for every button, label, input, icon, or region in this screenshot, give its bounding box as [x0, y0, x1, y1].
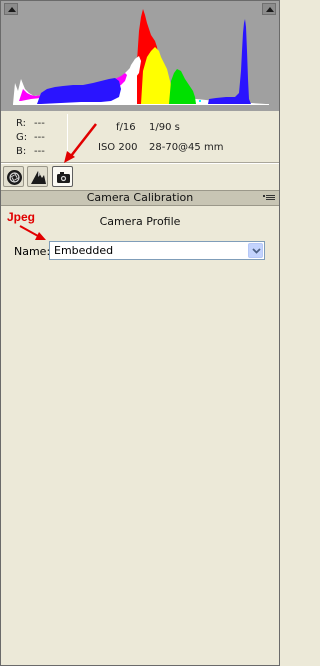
- camera-icon: [57, 172, 70, 183]
- r-label: R:: [16, 118, 27, 129]
- chevron-down-icon: [252, 248, 261, 254]
- g-label: G:: [16, 132, 28, 143]
- histogram-blue-spike: [208, 19, 251, 104]
- triangle-up-icon: [8, 7, 16, 12]
- b-label: B:: [16, 146, 27, 157]
- aperture-icon: [7, 170, 22, 185]
- section-header: Camera Calibration: [1, 190, 279, 206]
- panel-menu-icon[interactable]: [263, 194, 275, 202]
- annotation-label: Jpeg: [7, 210, 36, 224]
- exif-shutter: 1/90 s: [149, 122, 180, 133]
- histogram-chart: [13, 9, 269, 105]
- exif-aperture: f/16: [116, 122, 136, 133]
- tab-adjust[interactable]: [3, 166, 24, 187]
- rgb-readout: R: --- G: --- B: ---: [16, 117, 66, 159]
- highlight-clipping-toggle[interactable]: [262, 3, 276, 15]
- shadow-clipping-toggle[interactable]: [4, 3, 18, 15]
- section-title: Camera Calibration: [86, 191, 194, 204]
- rgb-readout-g: G: ---: [16, 131, 66, 145]
- profile-name-label: Name:: [14, 245, 51, 258]
- info-divider: [67, 114, 68, 161]
- tab-detail[interactable]: [27, 166, 48, 187]
- exif-iso: ISO 200: [98, 142, 138, 153]
- profile-name-select[interactable]: Embedded: [49, 241, 265, 260]
- histogram-blue: [37, 78, 121, 104]
- tab-camera-calibration[interactable]: [52, 166, 73, 187]
- histogram-panel: [1, 1, 279, 111]
- mountain-icon: [31, 171, 46, 184]
- info-panel: R: --- G: --- B: --- f/16 1/90 s ISO 200 28…: [1, 112, 279, 162]
- r-value: ---: [34, 118, 45, 129]
- rgb-readout-r: R: ---: [16, 117, 66, 131]
- histogram-cyan-speck: [199, 100, 201, 102]
- profile-name-value: Embedded: [54, 244, 114, 257]
- camera-profile-heading: Camera Profile: [99, 215, 181, 228]
- dropdown-button[interactable]: [248, 243, 263, 258]
- g-value: ---: [34, 132, 45, 143]
- exif-lens: 28-70@45 mm: [149, 142, 224, 153]
- triangle-up-icon: [266, 7, 274, 12]
- tool-tab-strip: [1, 164, 279, 190]
- histogram-green: [169, 69, 196, 104]
- rgb-readout-b: B: ---: [16, 145, 66, 159]
- b-value: ---: [34, 146, 45, 157]
